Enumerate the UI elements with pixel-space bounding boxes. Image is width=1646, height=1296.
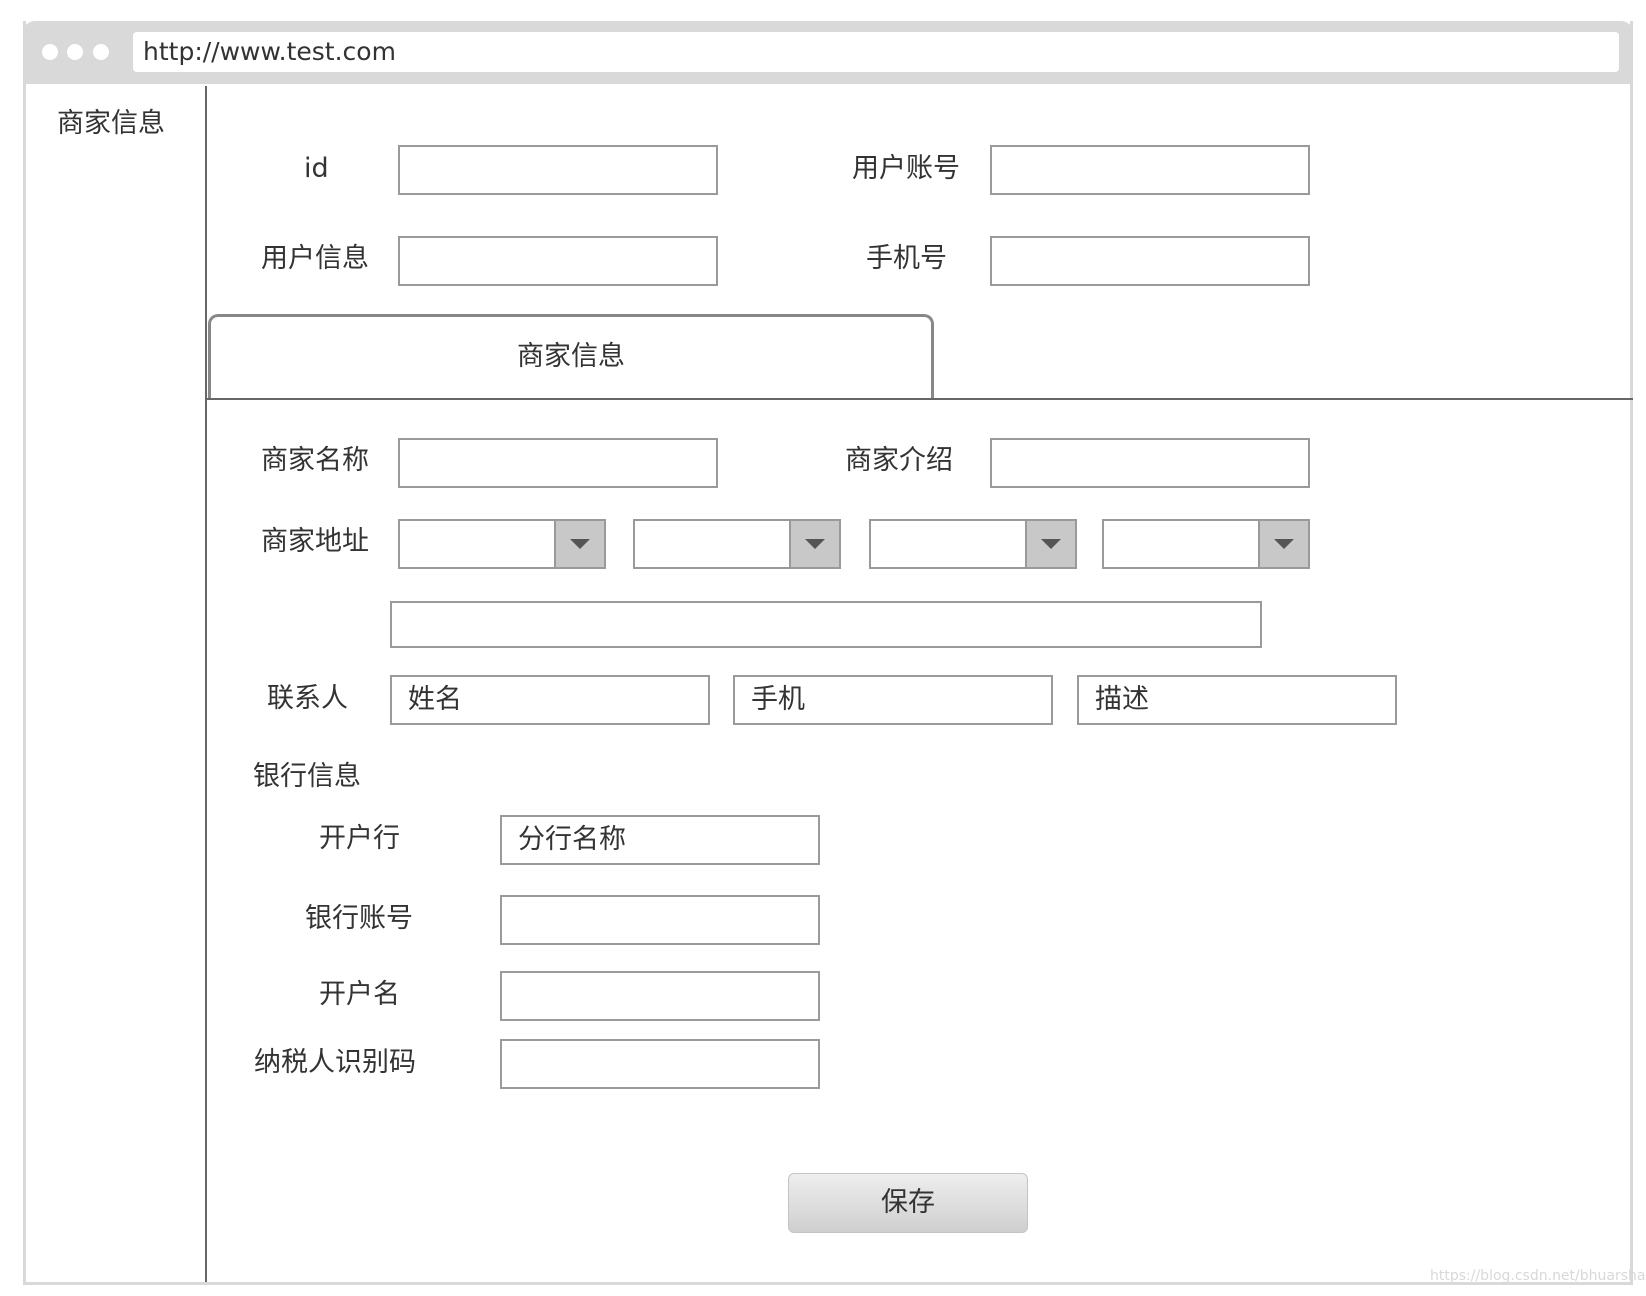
phone-label: 手机号 (866, 243, 947, 274)
city-select[interactable] (633, 519, 841, 569)
province-select[interactable] (398, 519, 606, 569)
user-account-input[interactable] (990, 145, 1310, 195)
street-select[interactable] (1102, 519, 1310, 569)
chevron-down-icon (1274, 539, 1294, 549)
sidebar-item-merchant-info[interactable]: 商家信息 (57, 104, 165, 144)
tax-id-input[interactable] (500, 1039, 820, 1089)
bank-account-input[interactable] (500, 895, 820, 945)
account-holder-label: 开户名 (319, 979, 400, 1010)
tab-divider (205, 398, 1633, 400)
user-info-input[interactable] (398, 236, 718, 286)
bank-branch-input[interactable]: 分行名称 (500, 815, 820, 865)
window-minimize-dot[interactable] (67, 44, 83, 60)
merchant-intro-label: 商家介绍 (845, 445, 953, 476)
district-dropdown-button[interactable] (1025, 521, 1075, 567)
contact-label: 联系人 (267, 683, 348, 714)
chevron-down-icon (805, 539, 825, 549)
tax-id-label: 纳税人识别码 (254, 1047, 416, 1078)
user-info-label: 用户信息 (261, 243, 369, 274)
contact-name-input[interactable]: 姓名 (390, 675, 710, 725)
bank-branch-label: 开户行 (319, 823, 400, 854)
chevron-down-icon (1041, 539, 1061, 549)
district-select[interactable] (869, 519, 1077, 569)
province-dropdown-button[interactable] (554, 521, 604, 567)
bank-section-title: 银行信息 (253, 761, 361, 792)
merchant-name-input[interactable] (398, 438, 718, 488)
account-holder-input[interactable] (500, 971, 820, 1021)
merchant-name-label: 商家名称 (261, 445, 369, 476)
address-bar[interactable]: http://www.test.com (133, 32, 1619, 72)
merchant-address-label: 商家地址 (261, 526, 369, 557)
contact-phone-input[interactable]: 手机 (733, 675, 1053, 725)
phone-input[interactable] (990, 236, 1310, 286)
tab-merchant-info[interactable]: 商家信息 (208, 314, 934, 400)
user-account-label: 用户账号 (852, 153, 960, 184)
window-close-dot[interactable] (42, 44, 58, 60)
address-detail-input[interactable] (390, 601, 1262, 648)
bank-account-label: 银行账号 (305, 903, 413, 934)
city-dropdown-button[interactable] (789, 521, 839, 567)
contact-description-input[interactable]: 描述 (1077, 675, 1397, 725)
save-button[interactable]: 保存 (788, 1173, 1028, 1233)
chevron-down-icon (570, 539, 590, 549)
id-label: id (304, 153, 329, 184)
watermark: https://blog.csdn.net/bhuarshar (1430, 1268, 1646, 1284)
merchant-intro-input[interactable] (990, 438, 1310, 488)
sidebar-divider (205, 86, 207, 1282)
browser-window (23, 21, 1633, 1285)
street-dropdown-button[interactable] (1258, 521, 1308, 567)
id-input[interactable] (398, 145, 718, 195)
window-maximize-dot[interactable] (93, 44, 109, 60)
